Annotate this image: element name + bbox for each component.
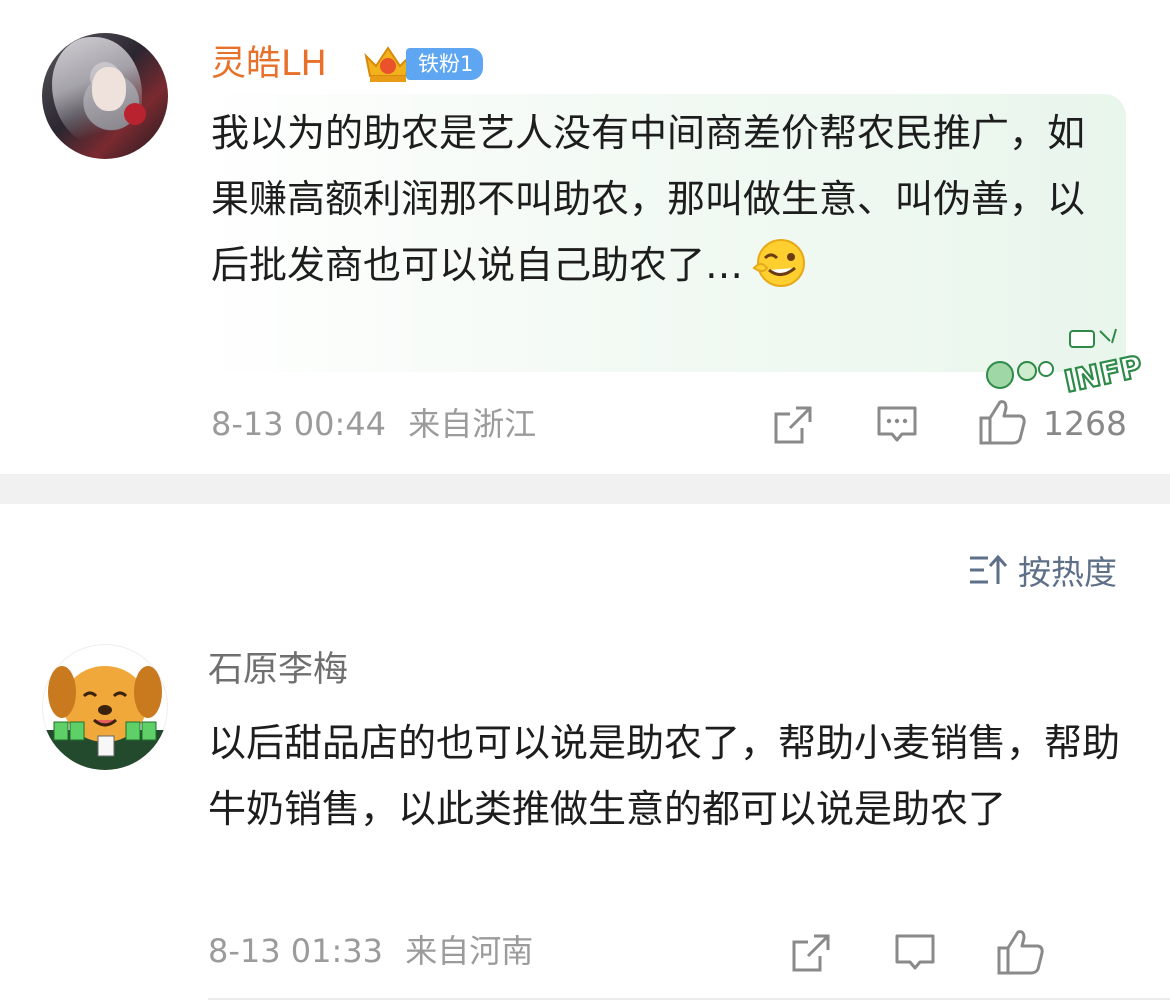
timestamp: 8-13 00:44 [211,405,387,443]
sort-by-hot-button[interactable]: 按热度 [968,548,1117,592]
infp-sticker-icon: INFP [986,328,1147,401]
sort-label: 按热度 [1018,553,1117,592]
sort-icon [970,554,1008,584]
location: 来自河南 [405,932,534,970]
comment-icon[interactable] [876,404,918,446]
comment-icon[interactable] [894,932,936,974]
location: 来自浙江 [408,405,537,443]
wink-face-emoji-icon [752,239,806,287]
row-separator [208,998,1170,1000]
username[interactable]: 石原李梅 [208,646,348,694]
avatar-face [92,67,126,111]
avatar[interactable] [42,33,168,159]
like-count: 1268 [1043,404,1127,443]
avatar-rose [124,103,146,125]
comment-meta: 8-13 00:44 来自浙江 [211,404,536,444]
comment-text: 我以为的助农是艺人没有中间商差价帮农民推广，如果赚高额利润那不叫助农，那叫做生意… [211,100,1111,298]
share-icon[interactable] [772,404,814,446]
comment-text: 以后甜品店的也可以说是助农了，帮助小麦销售，帮助牛奶销售，以此类推做生意的都可以… [208,721,1121,831]
like-icon[interactable] [996,928,1046,976]
fan-level-badge: 铁粉1 [406,48,484,80]
share-icon[interactable] [790,932,832,974]
timestamp: 8-13 01:33 [208,932,384,970]
comment-text-body: 我以为的助农是艺人没有中间商差价帮农民推广，如果赚高额利润那不叫助农，那叫做生意… [211,111,1086,287]
infp-text: INFP [1061,349,1145,400]
username[interactable]: 灵皓LH [211,40,327,88]
like-icon[interactable] [978,398,1028,446]
section-divider [0,474,1170,504]
avatar[interactable] [42,644,168,770]
comment-meta: 8-13 01:33 来自河南 [208,931,533,971]
dog-avatar-icon [42,666,168,770]
